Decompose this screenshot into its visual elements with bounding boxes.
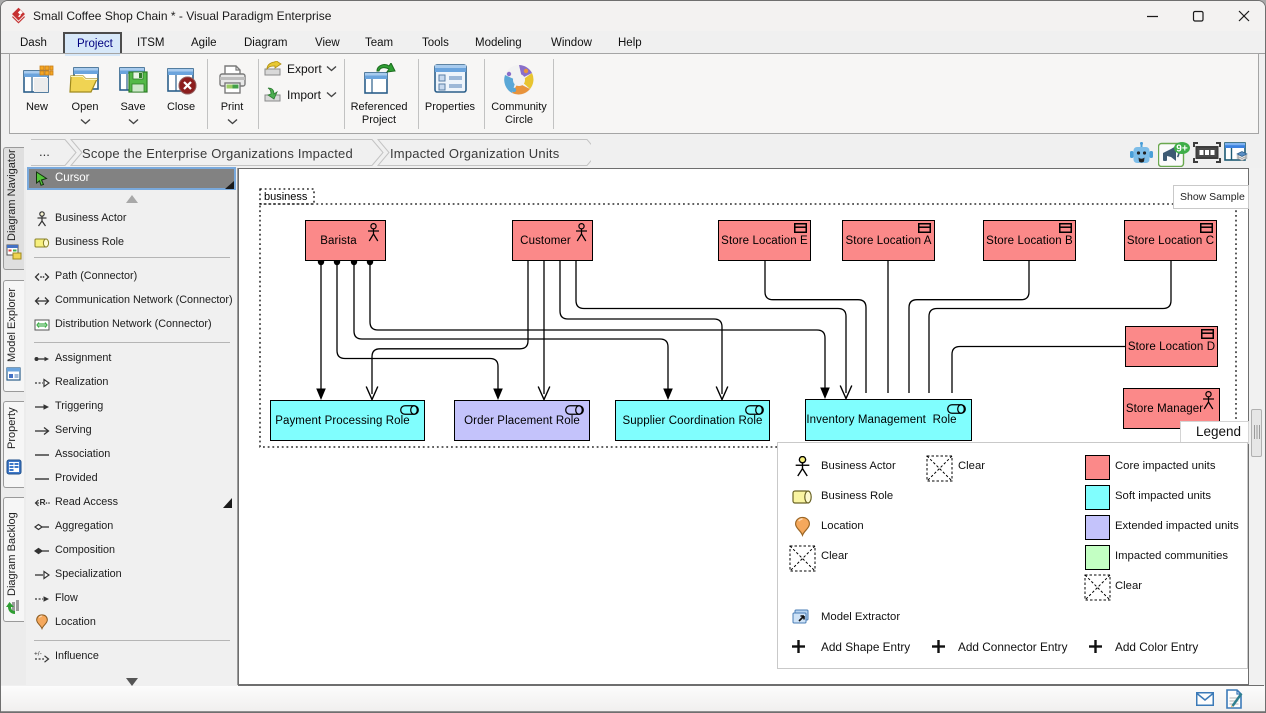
svg-text:9+: 9+ — [1176, 144, 1188, 155]
svg-text:R: R — [40, 497, 46, 507]
svg-text:+/-: +/- — [34, 651, 42, 658]
